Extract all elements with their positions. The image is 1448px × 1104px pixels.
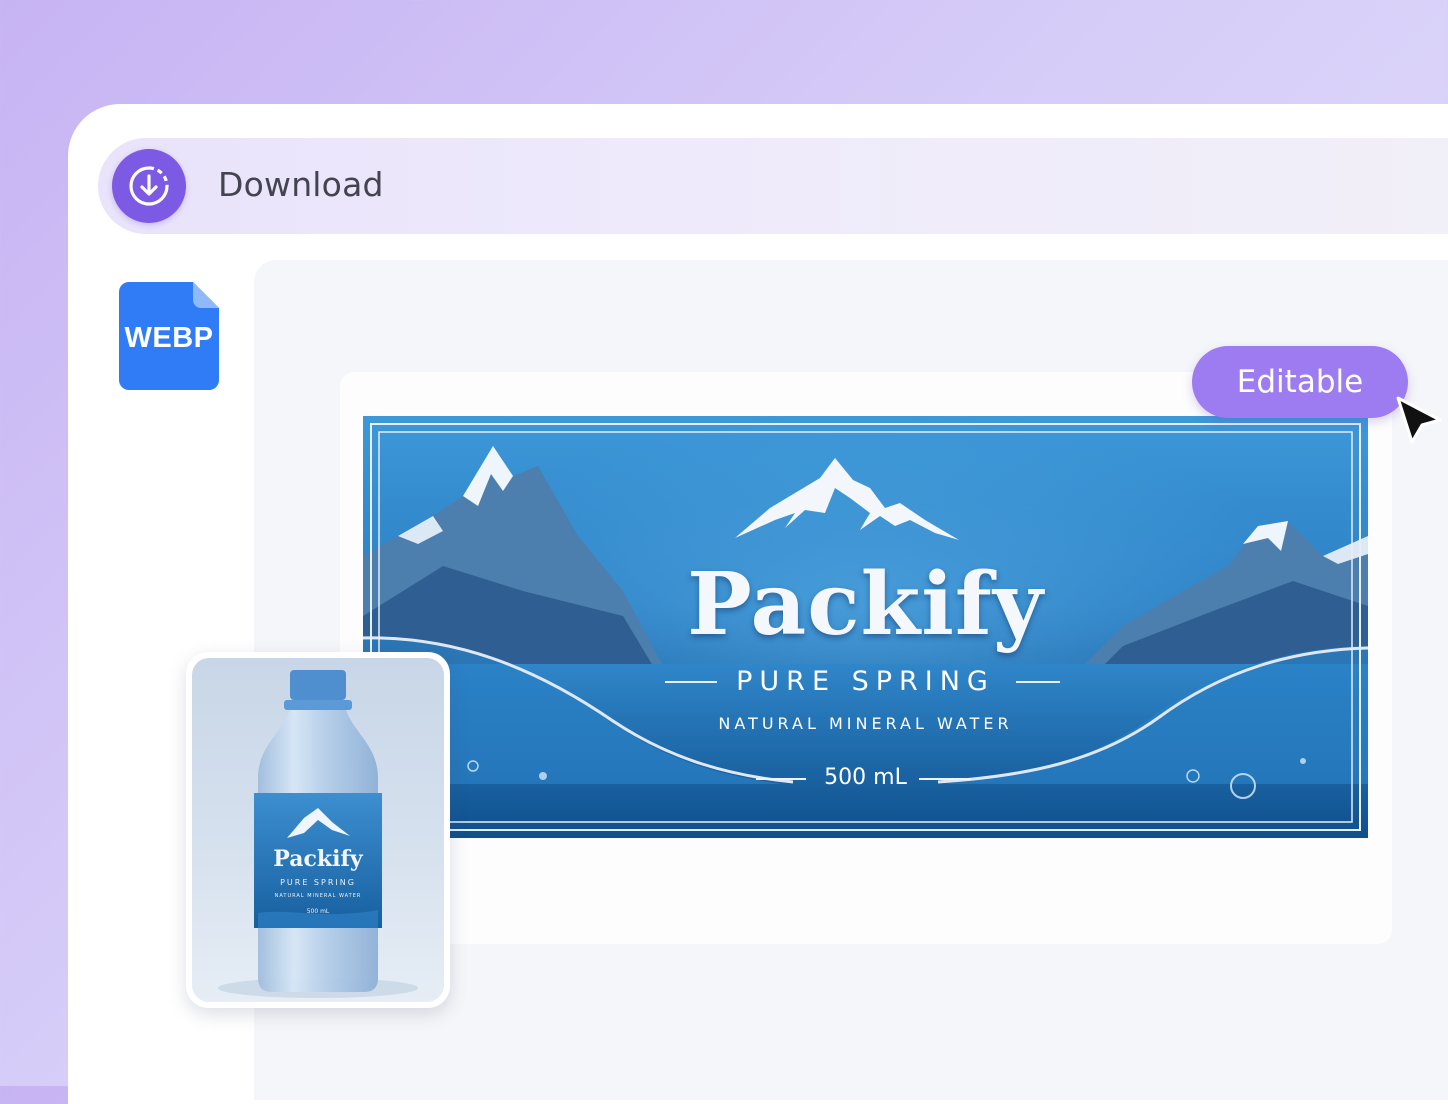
tagline-rule-right — [1016, 681, 1060, 683]
label-design[interactable]: Packify PURE SPRING NATURAL MINERAL WATE… — [363, 416, 1368, 838]
volume-rule-right — [919, 778, 971, 780]
download-circle-icon — [129, 166, 169, 206]
download-button[interactable] — [112, 149, 186, 223]
label-volume[interactable]: 500 mL — [363, 765, 1368, 790]
label-subline[interactable]: NATURAL MINERAL WATER — [363, 714, 1368, 733]
bottle-mockup-preview[interactable]: Packify PURE SPRING NATURAL MINERAL WATE… — [186, 652, 450, 1008]
label-tagline[interactable]: PURE SPRING — [363, 666, 1368, 697]
editable-badge[interactable]: Editable — [1192, 346, 1408, 418]
file-format-label: WEBP — [124, 322, 214, 354]
mockup-subline: NATURAL MINERAL WATER — [274, 893, 362, 899]
label-brand-name[interactable]: Packify — [363, 554, 1368, 655]
bottle-cap — [290, 670, 346, 700]
mouse-cursor-icon — [1396, 396, 1442, 444]
bottle-mockup-image: Packify PURE SPRING NATURAL MINERAL WATE… — [192, 658, 444, 1002]
download-label[interactable]: Download — [218, 165, 384, 204]
webp-file-icon[interactable]: WEBP — [119, 282, 219, 390]
mockup-tagline: PURE SPRING — [280, 878, 356, 887]
mockup-volume: 500 mL — [306, 908, 330, 915]
mockup-brand-name: Packify — [273, 846, 363, 872]
